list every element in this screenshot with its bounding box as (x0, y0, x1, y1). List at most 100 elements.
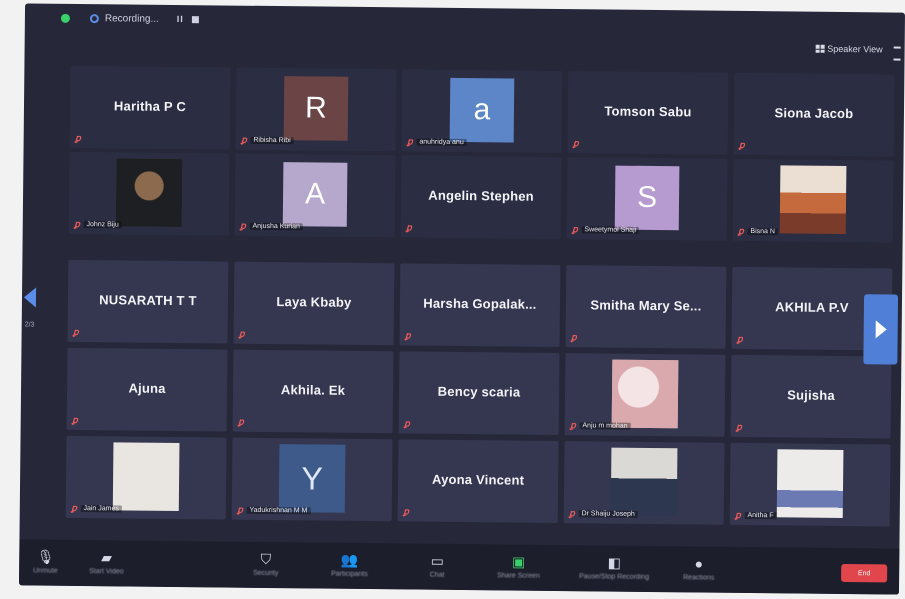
microphone-muted-icon: ꝑ (72, 326, 81, 337)
participant-label-text: Jain James (80, 505, 122, 513)
meeting-controls-toolbar: 🎙 Unmute ▰ Start Video ⛉ Security 👥 Part… (18, 539, 900, 595)
microphone-muted-icon: ꝑ (737, 225, 746, 236)
participant-label: ꝑ (572, 138, 581, 149)
reactions-button[interactable]: ● Reactions (683, 555, 715, 582)
avatar-initial: a (449, 77, 515, 143)
participant-tile[interactable]: Ayona Vincent ꝑ (397, 439, 559, 524)
microphone-muted-icon: ꝑ (238, 328, 247, 339)
microphone-muted-icon: ꝑ (570, 332, 579, 343)
participant-label-text: Johnz Biju (83, 221, 122, 229)
participants-icon: 👥 (340, 551, 359, 568)
microphone-muted-icon: ꝑ (73, 218, 83, 229)
participant-label: ꝑ (736, 333, 745, 345)
unmute-button[interactable]: 🎙 Unmute (33, 548, 58, 575)
participant-label-text: Anitha F (744, 511, 777, 520)
security-button[interactable]: ⛉ Security (253, 550, 279, 577)
participant-tile[interactable]: ꝑ Anju m mohan (564, 353, 726, 437)
participant-tile[interactable]: ꝑ Anitha F (729, 442, 891, 527)
participant-tile[interactable]: ꝑ Bisna N (732, 158, 894, 243)
participant-label-text: Ribisha Ribi (250, 136, 294, 145)
participant-name: Sujisha (787, 387, 835, 403)
next-page-button[interactable] (863, 294, 899, 365)
microphone-muted-icon: ꝑ (237, 416, 246, 427)
participant-tile[interactable]: NUSARATH T T ꝑ (67, 259, 229, 344)
page-indicator: 2/3 (24, 321, 35, 329)
chat-bubble-icon: ▭ (430, 552, 444, 569)
microphone-muted-icon: ꝑ (402, 506, 412, 517)
participant-name: Ayona Vincent (431, 471, 525, 488)
participant-label: ꝑ (405, 222, 414, 233)
participant-tile[interactable]: Sujisha ꝑ (730, 354, 892, 439)
participant-tile[interactable]: Tomson Sabu ꝑ (567, 71, 729, 155)
start-video-button[interactable]: ▰ Start Video (89, 548, 124, 576)
microphone-muted-icon: ꝑ (406, 136, 415, 147)
participant-name: Akhila. Ek (280, 382, 346, 398)
microphone-muted-icon: ꝑ (240, 134, 249, 145)
participant-label: ꝑ anuhridya anu (406, 136, 467, 148)
participant-label-text: Dr Shaiju Joseph (578, 510, 638, 518)
participant-tile[interactable]: ꝑ Jain James (65, 435, 227, 520)
participant-tile[interactable]: Yꝑ Yadukrishnan M M (231, 437, 393, 522)
microphone-muted-icon: ꝑ (568, 508, 578, 519)
video-camera-muted-icon: ▰ (101, 548, 113, 565)
share-screen-button[interactable]: ▣ Share Screen (497, 553, 540, 580)
participant-tile[interactable]: Siona Jacob ꝑ (733, 72, 895, 157)
participant-label: ꝑ Johnz Biju (73, 218, 122, 230)
participant-name: Harsha Gopalak... (423, 295, 537, 312)
end-meeting-button[interactable]: End (841, 563, 888, 583)
participant-tile[interactable]: Rꝑ Ribisha Ribi (235, 67, 397, 152)
participant-tile[interactable]: ꝑ Johnz Biju (68, 151, 230, 236)
participant-video-thumbnail (115, 158, 183, 228)
recording-controls-label: Pause/Stop Recording (579, 573, 650, 581)
participant-tile[interactable]: Haritha P C ꝑ (69, 65, 231, 150)
avatar-initial: S (614, 165, 680, 231)
microphone-muted-icon: ꝑ (403, 418, 412, 429)
reaction-icon: ● (694, 555, 704, 572)
previous-page-button[interactable] (23, 287, 37, 319)
unmute-label: Unmute (33, 567, 58, 575)
microphone-muted-icon: ꝑ (74, 132, 83, 143)
participants-button[interactable]: 👥 Participants (331, 551, 368, 578)
participant-label: ꝑ Sweetymol Shaji (571, 224, 640, 236)
participant-label: ꝑ Yadukrishnan M M (237, 505, 311, 517)
microphone-muted-icon: ꝑ (736, 333, 745, 344)
participant-video-thumbnail (112, 442, 180, 512)
participant-tile[interactable]: Laya Kbaby ꝑ (233, 261, 395, 346)
participant-tile[interactable]: Akhila. Ek ꝑ (232, 349, 394, 434)
participant-tile[interactable]: Smitha Mary Se... ꝑ (565, 265, 727, 349)
participant-name: Siona Jacob (774, 105, 854, 122)
recording-controls-button[interactable]: ◧ Pause/Stop Recording (579, 554, 650, 581)
recording-controls-icon: ◧ (607, 554, 621, 571)
zoom-window: Recording... II Speaker View Haritha P C… (18, 3, 905, 595)
reactions-label: Reactions (683, 574, 715, 582)
participant-name: Angelin Stephen (428, 187, 534, 204)
share-screen-icon: ▣ (511, 553, 526, 570)
participant-tile[interactable]: a ꝑ anuhridya anu (401, 69, 563, 154)
participant-name: NUSARATH T T (99, 292, 197, 309)
participant-tile[interactable]: Ajuna ꝑ (66, 347, 228, 432)
participant-tile[interactable]: Aꝑ Anjusha Kurian (234, 153, 396, 238)
participant-tile[interactable]: Bency scaria ꝑ (398, 351, 560, 436)
participant-tile[interactable]: Sꝑ Sweetymol Shaji (566, 157, 728, 241)
participant-tile[interactable]: ꝑ Dr Shaiju Joseph (563, 441, 725, 525)
participant-label: ꝑ Anitha F (734, 510, 777, 521)
share-screen-label: Share Screen (497, 572, 540, 580)
microphone-muted-icon: ꝑ (71, 414, 80, 425)
microphone-muted-icon: ꝑ (569, 420, 578, 431)
participant-label: ꝑ Dr Shaiju Joseph (568, 508, 638, 520)
participant-label: ꝑ (72, 326, 81, 338)
participant-label: ꝑ (402, 506, 412, 517)
participant-label: ꝑ (71, 414, 80, 426)
participant-tile[interactable]: Harsha Gopalak... ꝑ (399, 263, 561, 348)
participant-gallery: Haritha P Cꝑ Rꝑ Ribisha Ribi a ꝑ anuhridya an… (19, 3, 905, 594)
participant-video-thumbnail (610, 447, 678, 517)
participant-label: ꝑ (404, 330, 413, 341)
participant-label: ꝑ Anjusha Kurian (239, 221, 303, 233)
participant-tile[interactable]: Angelin Stephen ꝑ (400, 155, 562, 240)
participant-name: Laya Kbaby (276, 294, 352, 310)
participant-name: Bency scaria (437, 383, 521, 400)
participant-label: ꝑ (570, 332, 579, 343)
chat-button[interactable]: ▭ Chat (429, 552, 445, 579)
participant-label: ꝑ (735, 422, 744, 433)
participant-label-text: Sweetymol Shaji (581, 226, 640, 234)
